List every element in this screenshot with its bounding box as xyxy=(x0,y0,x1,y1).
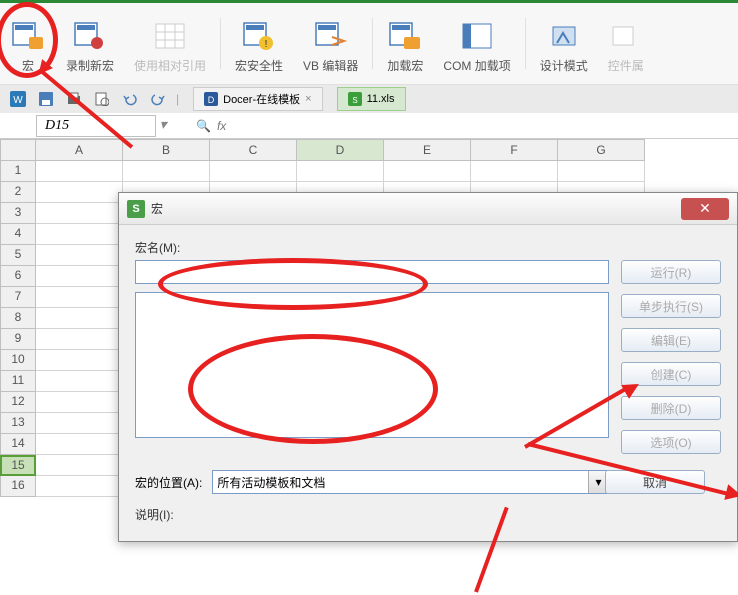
close-icon[interactable]: × xyxy=(305,93,311,105)
row-header[interactable]: 12 xyxy=(0,392,36,413)
step-button[interactable]: 单步执行(S) xyxy=(621,294,721,318)
cell[interactable] xyxy=(297,161,384,182)
undo-icon[interactable] xyxy=(120,89,140,109)
load-icon xyxy=(387,18,423,54)
tab-docer[interactable]: D Docer-在线模板 × xyxy=(193,87,322,111)
row-header[interactable]: 11 xyxy=(0,371,36,392)
row-header[interactable]: 16 xyxy=(0,476,36,497)
row-header[interactable]: 5 xyxy=(0,245,36,266)
row-header[interactable]: 10 xyxy=(0,350,36,371)
close-button[interactable]: ✕ xyxy=(681,198,729,220)
cell[interactable] xyxy=(36,392,123,413)
row-header[interactable]: 2 xyxy=(0,182,36,203)
cell[interactable] xyxy=(36,245,123,266)
col-header[interactable]: B xyxy=(123,139,210,161)
prop-icon xyxy=(608,18,644,54)
cell[interactable] xyxy=(36,266,123,287)
col-header[interactable]: D xyxy=(297,139,384,161)
ribbon-relative-ref: 使用相对引用 xyxy=(124,8,216,79)
chevron-down-icon[interactable]: ▾ xyxy=(155,117,171,134)
col-header[interactable]: G xyxy=(558,139,645,161)
cell[interactable] xyxy=(36,329,123,350)
cell[interactable] xyxy=(36,224,123,245)
search-icon[interactable]: 🔍 xyxy=(196,119,211,133)
row-header[interactable]: 14 xyxy=(0,434,36,455)
quick-access-toolbar: W | D Docer-在线模板 × S 11.xls xyxy=(0,85,738,113)
record-icon xyxy=(72,18,108,54)
cell[interactable] xyxy=(36,371,123,392)
print-preview-icon[interactable] xyxy=(92,89,112,109)
ribbon-design-mode[interactable]: 设计模式 xyxy=(530,8,598,79)
cell[interactable] xyxy=(36,476,123,497)
security-icon: ! xyxy=(241,18,277,54)
col-header[interactable]: E xyxy=(384,139,471,161)
svg-text:D: D xyxy=(208,95,215,105)
redo-icon[interactable] xyxy=(148,89,168,109)
cell[interactable] xyxy=(558,161,645,182)
row-header[interactable]: 8 xyxy=(0,308,36,329)
app-icon: S xyxy=(127,200,145,218)
cell[interactable] xyxy=(36,287,123,308)
row-header[interactable]: 15 xyxy=(0,455,36,476)
cell[interactable] xyxy=(36,182,123,203)
cell[interactable] xyxy=(36,434,123,455)
edit-button[interactable]: 编辑(E) xyxy=(621,328,721,352)
row-header[interactable]: 9 xyxy=(0,329,36,350)
macro-name-input[interactable] xyxy=(135,260,609,284)
macro-location-label: 宏的位置(A): xyxy=(135,474,202,491)
dialog-titlebar[interactable]: S 宏 ✕ xyxy=(119,193,737,225)
design-icon xyxy=(546,18,582,54)
cell[interactable] xyxy=(123,161,210,182)
row-header[interactable]: 1 xyxy=(0,161,36,182)
ribbon-record-macro[interactable]: 录制新宏 xyxy=(56,8,124,79)
xls-icon: S xyxy=(348,92,362,106)
tab-file[interactable]: S 11.xls xyxy=(337,87,406,111)
col-header[interactable]: F xyxy=(471,139,558,161)
desc-label: 说明(I): xyxy=(135,506,721,523)
com-icon xyxy=(459,18,495,54)
col-header[interactable]: A xyxy=(36,139,123,161)
cell[interactable] xyxy=(36,161,123,182)
macro-dialog: S 宏 ✕ 宏名(M): 运行(R) 单步执行(S) 编辑(E) 创建(C) 删… xyxy=(118,192,738,542)
cell[interactable] xyxy=(36,308,123,329)
row-header[interactable]: 3 xyxy=(0,203,36,224)
cell[interactable] xyxy=(210,161,297,182)
row-header[interactable]: 13 xyxy=(0,413,36,434)
cell[interactable] xyxy=(36,413,123,434)
options-button[interactable]: 选项(O) xyxy=(621,430,721,454)
ribbon-control-prop: 控件属 xyxy=(598,8,654,79)
row-header[interactable]: 6 xyxy=(0,266,36,287)
svg-text:!: ! xyxy=(265,39,268,50)
save-icon[interactable] xyxy=(36,89,56,109)
col-header[interactable]: C xyxy=(210,139,297,161)
cell[interactable] xyxy=(36,203,123,224)
ribbon-com-addin[interactable]: COM 加载项 xyxy=(433,8,520,79)
svg-text:S: S xyxy=(352,96,357,105)
macro-name-label: 宏名(M): xyxy=(135,239,721,256)
ribbon-vb-editor[interactable]: VB 编辑器 xyxy=(293,8,368,79)
delete-button[interactable]: 删除(D) xyxy=(621,396,721,420)
app-menu-icon[interactable]: W xyxy=(8,89,28,109)
cell[interactable] xyxy=(36,350,123,371)
grid-icon xyxy=(152,18,188,54)
run-button[interactable]: 运行(R) xyxy=(621,260,721,284)
row-header[interactable]: 4 xyxy=(0,224,36,245)
macro-list[interactable] xyxy=(135,292,609,438)
row-header[interactable]: 7 xyxy=(0,287,36,308)
macro-icon xyxy=(10,18,46,54)
vb-icon xyxy=(313,18,349,54)
cell[interactable] xyxy=(471,161,558,182)
ribbon: 宏 录制新宏 使用相对引用 ! 宏安全性 VB 编辑器 加载宏 C xyxy=(0,3,738,85)
ribbon-macro-security[interactable]: ! 宏安全性 xyxy=(225,8,293,79)
fx-label[interactable]: fx xyxy=(217,119,226,133)
select-all-corner[interactable] xyxy=(0,139,36,161)
macro-location-select[interactable]: 所有活动模板和文档 ▾ xyxy=(212,470,609,494)
svg-text:W: W xyxy=(13,95,23,106)
cell[interactable] xyxy=(384,161,471,182)
cell[interactable] xyxy=(36,455,123,476)
ribbon-load-macro[interactable]: 加载宏 xyxy=(377,8,433,79)
docer-icon: D xyxy=(204,92,218,106)
